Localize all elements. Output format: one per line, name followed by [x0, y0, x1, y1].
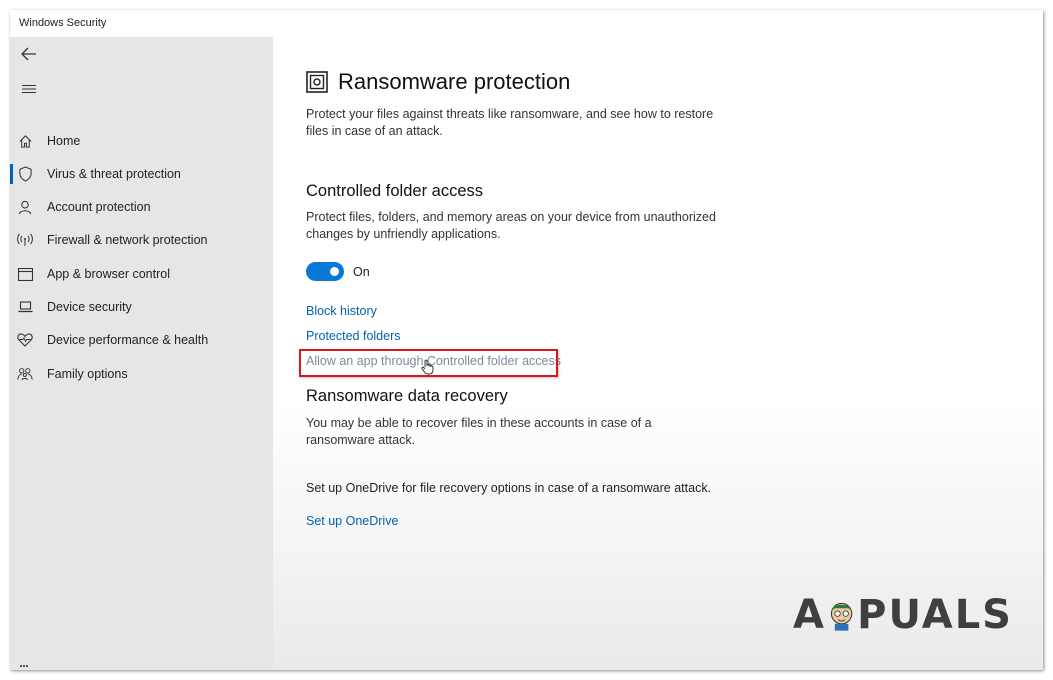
toggle-state-label: On	[353, 265, 370, 279]
window-title: Windows Security	[19, 17, 107, 29]
page-description: Protect your files against threats like …	[306, 107, 714, 138]
family-icon	[17, 366, 33, 382]
controlled-folder-access-toggle[interactable]	[306, 262, 344, 281]
person-icon	[17, 199, 33, 215]
home-icon	[17, 133, 33, 149]
sidebar-item-label: Device security	[47, 300, 132, 314]
section-heading-ransomware-data-recovery: Ransomware data recovery	[306, 387, 508, 405]
laptop-icon	[17, 299, 33, 315]
sidebar-item-label: Virus & threat protection	[47, 167, 181, 181]
page-title: Ransomware protection	[338, 69, 571, 94]
protected-folders-link[interactable]: Protected folders	[306, 329, 401, 343]
active-indicator	[10, 164, 13, 184]
sidebar-item-label: Family options	[47, 367, 128, 381]
main-content: Ransomware protection Protect your files…	[273, 37, 1043, 670]
sidebar-item-label: Account protection	[47, 200, 151, 214]
watermark-text-left: A	[793, 592, 826, 638]
back-button[interactable]	[15, 42, 43, 66]
ransomware-vault-icon	[306, 71, 328, 93]
hamburger-menu-icon	[22, 84, 36, 94]
sidebar-item-label: Home	[47, 134, 81, 148]
browser-window-icon	[17, 266, 33, 282]
watermark-text-right: PUALS	[857, 592, 1013, 638]
menu-button[interactable]	[15, 77, 43, 101]
appuals-watermark-logo: A PUALS	[793, 585, 1013, 645]
sidebar-item-home[interactable]: Home	[10, 126, 273, 156]
app-window: Windows Security Home Virus & threat pro…	[10, 10, 1043, 670]
sidebar-item-family-options[interactable]: Family options	[10, 359, 273, 389]
sidebar: Home Virus & threat protection Account p…	[10, 37, 273, 670]
sidebar-item-account-protection[interactable]: Account protection	[10, 192, 273, 222]
sidebar-item-label: Device performance & health	[47, 333, 209, 347]
mascot-icon	[830, 602, 853, 631]
recovery-description: You may be able to recover files in thes…	[306, 416, 652, 447]
settings-icon[interactable]	[20, 665, 28, 670]
shield-icon	[17, 166, 33, 182]
toggle-knob	[330, 267, 339, 276]
hand-cursor-icon	[421, 359, 434, 375]
set-up-onedrive-link[interactable]: Set up OneDrive	[306, 514, 398, 528]
page-header: Ransomware protection	[306, 69, 570, 95]
section-heading-controlled-folder-access: Controlled folder access	[306, 182, 484, 200]
cfa-description: Protect files, folders, and memory areas…	[306, 210, 716, 241]
back-arrow-icon	[21, 47, 36, 61]
title-bar: Windows Security	[10, 10, 1043, 37]
onedrive-info-text: Set up OneDrive for file recovery option…	[306, 481, 712, 495]
sidebar-item-app-browser-control[interactable]: App & browser control	[10, 259, 273, 289]
sidebar-item-virus-threat-protection[interactable]: Virus & threat protection	[10, 159, 273, 189]
sidebar-item-firewall-network-protection[interactable]: Firewall & network protection	[10, 225, 273, 255]
sidebar-item-device-performance-health[interactable]: Device performance & health	[10, 325, 273, 355]
sidebar-item-device-security[interactable]: Device security	[10, 292, 273, 322]
sidebar-item-label: App & browser control	[47, 267, 170, 281]
wireless-antenna-icon	[17, 232, 33, 248]
sidebar-item-label: Firewall & network protection	[47, 233, 208, 247]
block-history-link[interactable]: Block history	[306, 304, 377, 318]
heart-pulse-icon	[17, 332, 33, 348]
